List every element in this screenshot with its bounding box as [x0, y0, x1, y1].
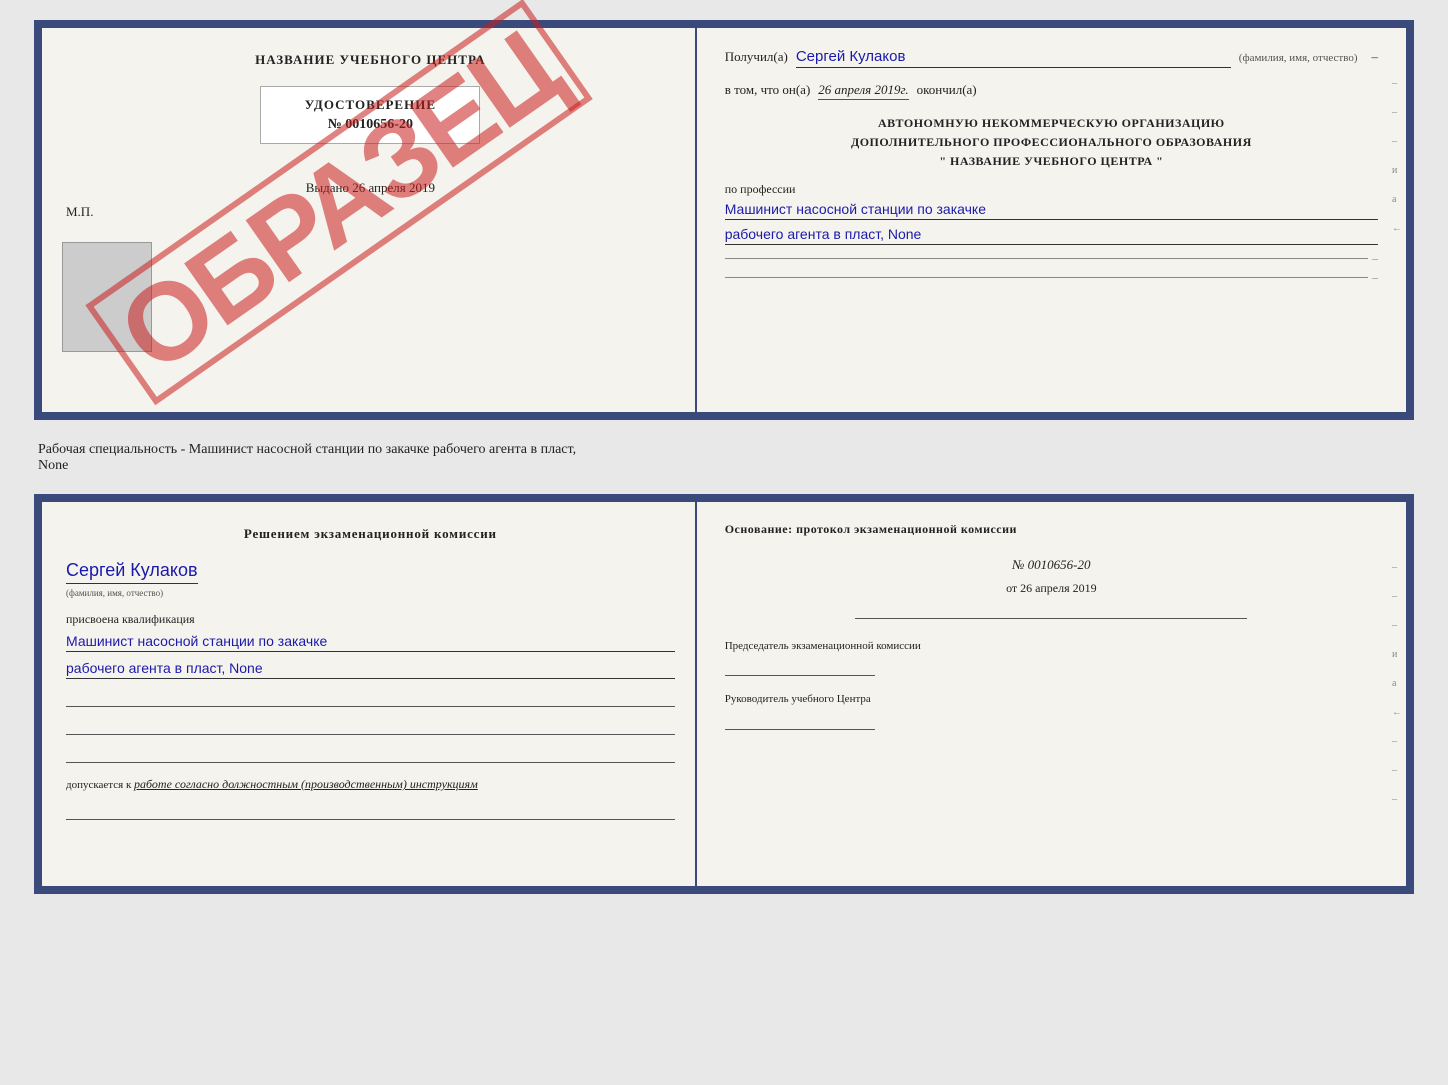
org-line1: АВТОНОМНУЮ НЕКОММЕРЧЕСКУЮ ОРГАНИЗАЦИЮ — [725, 114, 1378, 133]
udost-label: УДОСТОВЕРЕНИЕ — [277, 97, 463, 113]
bot-right-title: Основание: протокол экзаменационной коми… — [725, 522, 1378, 537]
org-block: АВТОНОМНУЮ НЕКОММЕРЧЕСКУЮ ОРГАНИЗАЦИЮ ДО… — [725, 114, 1378, 172]
bot-right-panel: Основание: протокол экзаменационной коми… — [697, 502, 1406, 886]
bot-date-value: 26 апреля 2019 — [1020, 581, 1096, 595]
qual-line2: рабочего агента в пласт, None — [66, 660, 675, 679]
underline-2 — [66, 715, 675, 735]
specialty-line1: Рабочая специальность - Машинист насосно… — [38, 442, 576, 457]
org-line3: " НАЗВАНИЕ УЧЕБНОГО ЦЕНТРА " — [725, 152, 1378, 171]
vtom-row: в том, что он(а) 26 апреля 2019г. окончи… — [725, 82, 1378, 100]
underline-4 — [66, 800, 675, 820]
prisvoena-label: присвоена квалификация — [66, 612, 675, 627]
dash-line-1: – — [725, 251, 1378, 266]
right-side-marks: – – – и а ← — [1392, 78, 1402, 234]
vydano-line: Выдано 26 апреля 2019 — [306, 180, 435, 196]
dopusk-row: допускается к работе согласно должностны… — [66, 777, 675, 792]
document-top: НАЗВАНИЕ УЧЕБНОГО ЦЕНТРА ОБРАЗЕЦ УДОСТОВ… — [34, 20, 1414, 420]
specialty-text: Рабочая специальность - Машинист насосно… — [34, 438, 1414, 476]
center-title: НАЗВАНИЕ УЧЕБНОГО ЦЕНТРА — [255, 52, 486, 68]
underline-3 — [66, 743, 675, 763]
rukovoditel-signline — [725, 712, 875, 730]
poluchil-value: Сергей Кулаков — [796, 48, 1231, 68]
bot-number: № 0010656-20 — [725, 557, 1378, 573]
profession-line1: Машинист насосной станции по закачке — [725, 201, 1378, 220]
rukovoditel-label: Руководитель учебного Центра — [725, 692, 1378, 707]
qual-line1: Машинист насосной станции по закачке — [66, 633, 675, 652]
bot-title: Решением экзаменационной комиссии — [66, 526, 675, 542]
specialty-line2: None — [38, 458, 68, 473]
vydano-label: Выдано — [306, 180, 349, 195]
document-bottom: Решением экзаменационной комиссии Сергей… — [34, 494, 1414, 894]
bot-date-line: от 26 апреля 2019 — [725, 581, 1378, 596]
doc-right-panel: Получил(a) Сергей Кулаков (фамилия, имя,… — [697, 28, 1406, 412]
dopusk-value: работе согласно должностным (производств… — [134, 777, 478, 791]
bot-left-panel: Решением экзаменационной комиссии Сергей… — [42, 502, 697, 886]
predsedatel-label: Председатель экзаменационной комиссии — [725, 639, 1378, 654]
profession-line2: рабочего агента в пласт, None — [725, 226, 1378, 245]
bot-date-prefix: от — [1006, 581, 1017, 595]
mp-line: М.П. — [66, 204, 93, 220]
org-line2: ДОПОЛНИТЕЛЬНОГО ПРОФЕССИОНАЛЬНОГО ОБРАЗО… — [725, 133, 1378, 152]
doc-left-panel: НАЗВАНИЕ УЧЕБНОГО ЦЕНТРА ОБРАЗЕЦ УДОСТОВ… — [42, 28, 697, 412]
photo-placeholder — [62, 242, 152, 352]
vydano-date: 26 апреля 2019 — [352, 180, 435, 195]
vtom-date: 26 апреля 2019г. — [818, 82, 908, 100]
fio-hint-top: (фамилия, имя, отчество) — [1239, 52, 1358, 64]
vtom-label: в том, что он(а) — [725, 82, 811, 98]
bot-name-cursive: Сергей Кулаков — [66, 560, 198, 584]
underline-1 — [66, 687, 675, 707]
poluchil-row: Получил(a) Сергей Кулаков (фамилия, имя,… — [725, 48, 1378, 68]
udostoverenie-box: УДОСТОВЕРЕНИЕ № 0010656-20 — [260, 86, 480, 144]
bot-dash-date — [855, 618, 1247, 619]
poluchil-label: Получил(a) — [725, 49, 788, 65]
bot-side-marks: – – – и а ← – – – — [1392, 562, 1402, 805]
predsedatel-signline — [725, 658, 875, 676]
okonchil-label: окончил(а) — [917, 82, 977, 98]
bot-fio-hint: (фамилия, имя, отчество) — [66, 588, 675, 598]
dash-line-2: – — [725, 270, 1378, 285]
udost-number: № 0010656-20 — [277, 117, 463, 133]
po-professii-label: по профессии — [725, 182, 1378, 197]
dopusk-label: допускается к — [66, 779, 131, 791]
